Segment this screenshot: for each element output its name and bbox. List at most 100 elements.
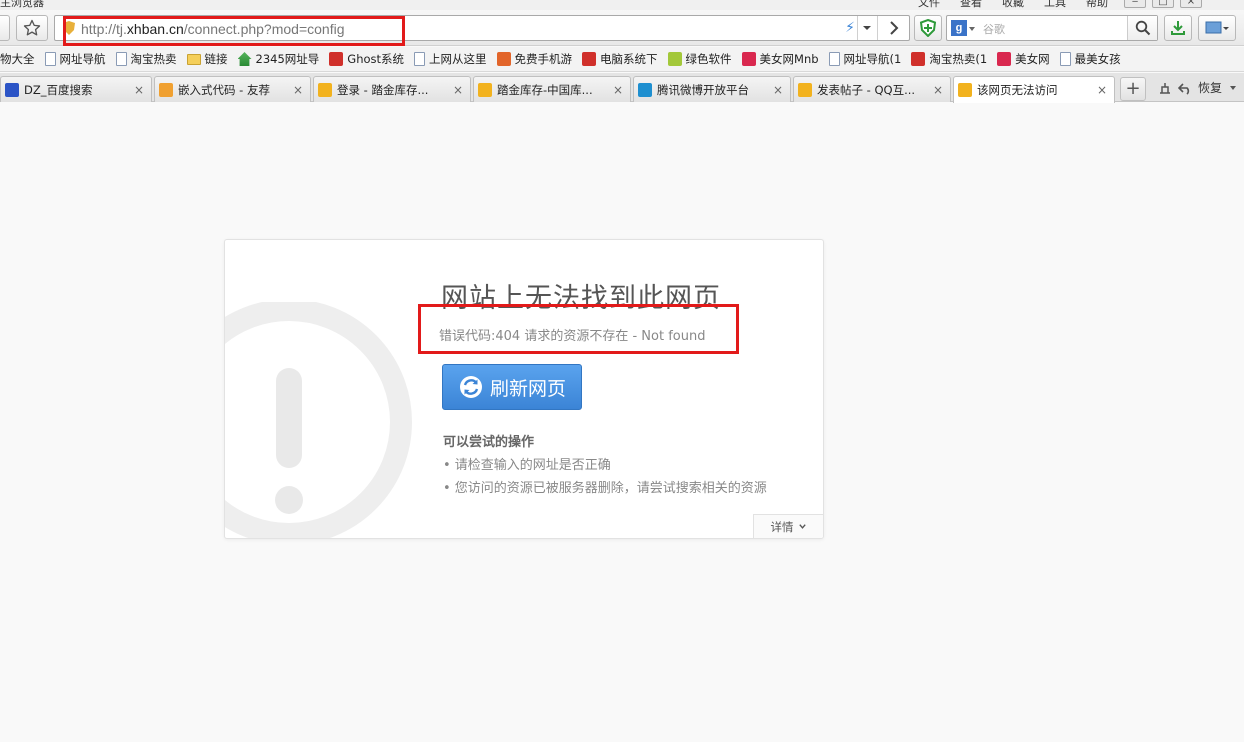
bookmark-item[interactable]: 淘宝热卖 bbox=[115, 49, 177, 69]
tab-close-icon[interactable]: × bbox=[131, 83, 147, 97]
menu-help[interactable]: 帮助 bbox=[1086, 0, 1108, 10]
search-button[interactable] bbox=[1127, 16, 1157, 40]
tab-close-icon[interactable]: × bbox=[450, 83, 466, 97]
tab-list-icon bbox=[1160, 82, 1170, 94]
bookmark-label: Ghost系统 bbox=[347, 52, 405, 66]
window-title-bar: 主浏览器 文件 查看 收藏 工具 帮助 ‒ □ × bbox=[0, 0, 1244, 10]
download-icon bbox=[1171, 21, 1185, 35]
red-bookmark-icon bbox=[911, 52, 926, 66]
bookmark-item[interactable]: 2345网址导 bbox=[237, 49, 319, 69]
page-bookmark-icon bbox=[1059, 52, 1071, 66]
tab-label: 腾讯微博开放平台 bbox=[657, 82, 749, 97]
maximize-button[interactable]: □ bbox=[1152, 0, 1174, 8]
bookmark-label: 免费手机游 bbox=[514, 52, 573, 66]
bookmark-item[interactable]: 链接 bbox=[186, 49, 228, 69]
close-window-button[interactable]: × bbox=[1180, 0, 1202, 8]
restore-closed-tabs[interactable]: 恢复 bbox=[1158, 79, 1238, 96]
address-toolbar: http://tj.xhban.cn/connect.php?mod=confi… bbox=[0, 10, 1244, 46]
tab-favicon-icon bbox=[478, 82, 492, 97]
bookmark-item[interactable]: 网址导航 bbox=[44, 49, 106, 69]
bookmark-label: 淘宝热卖 bbox=[130, 52, 177, 66]
go-button[interactable] bbox=[877, 16, 909, 40]
tab-close-icon[interactable]: × bbox=[930, 83, 946, 97]
bookmark-item[interactable]: 网址导航(1 bbox=[828, 49, 901, 69]
tab-label: 该网页无法访问 bbox=[977, 83, 1058, 97]
menu-tools[interactable]: 工具 bbox=[1044, 0, 1066, 10]
details-button[interactable]: 详情 bbox=[753, 514, 823, 538]
bookmark-item[interactable]: 美女网 bbox=[997, 49, 1050, 69]
browser-tab[interactable]: DZ_百度搜索 × bbox=[0, 76, 152, 102]
bookmark-label: 电脑系统下 bbox=[600, 52, 658, 66]
browser-tab[interactable]: 该网页无法访问 × bbox=[953, 76, 1115, 103]
menu-favorites[interactable]: 收藏 bbox=[1002, 0, 1024, 10]
favorite-star-button[interactable] bbox=[16, 15, 48, 41]
bookmark-item[interactable]: 淘宝热卖(1 bbox=[911, 49, 987, 69]
bookmark-label: 美女网 bbox=[1015, 52, 1050, 66]
speed-mode-icon[interactable]: ⚡ bbox=[845, 20, 855, 36]
tab-favicon-icon bbox=[318, 82, 332, 97]
page-bookmark-icon bbox=[44, 52, 56, 66]
shield-plus-icon bbox=[919, 19, 937, 37]
page-content: 网站上无法找到此网页 错误代码:404 请求的资源不存在 - Not found… bbox=[0, 103, 1244, 742]
pink-bookmark-icon bbox=[741, 52, 756, 66]
browser-tab[interactable]: 发表帖子 - QQ互... × bbox=[793, 76, 951, 102]
menu-view[interactable]: 查看 bbox=[960, 0, 982, 10]
tab-close-icon[interactable]: × bbox=[1094, 83, 1110, 97]
bookmark-item[interactable]: 物大全 bbox=[0, 49, 35, 69]
tab-label: 踏金库存-中国库... bbox=[497, 82, 593, 97]
search-box[interactable]: g 谷歌 bbox=[946, 15, 1158, 41]
tab-favicon-icon bbox=[638, 82, 652, 97]
bookmark-label: 绿色软件 bbox=[685, 52, 732, 66]
bookmark-item[interactable]: 绿色软件 bbox=[667, 49, 732, 69]
url-text: http://tj.xhban.cn/connect.php?mod=confi… bbox=[81, 21, 345, 37]
bookmark-item[interactable]: Ghost系统 bbox=[329, 49, 404, 69]
bookmark-item[interactable]: 上网从这里 bbox=[414, 49, 487, 69]
tools-menu-button[interactable] bbox=[1198, 15, 1236, 41]
tab-close-icon[interactable]: × bbox=[770, 83, 786, 97]
search-engine-dropdown[interactable] bbox=[969, 27, 975, 31]
screen-tools-icon bbox=[1205, 21, 1229, 34]
browser-tab[interactable]: 登录 - 踏金库存... × bbox=[313, 76, 471, 102]
window-controls: ‒ □ × bbox=[1124, 0, 1202, 8]
bookmark-label: 美女网Mnb bbox=[759, 52, 819, 66]
security-shield-button[interactable] bbox=[914, 15, 942, 41]
restore-label: 恢复 bbox=[1198, 81, 1223, 95]
bookmark-label: 物大全 bbox=[0, 52, 35, 66]
bookmark-label: 最美女孩 bbox=[1074, 52, 1121, 66]
tab-strip: + 恢复 DZ_百度搜索 × 嵌入式代码 - 友荐 × 登录 - 踏金库存... × 踏金库… bbox=[0, 73, 1244, 103]
url-history-dropdown[interactable] bbox=[857, 16, 875, 40]
refresh-page-button[interactable]: 刷新网页 bbox=[442, 364, 582, 410]
bookmark-item[interactable]: 免费手机游 bbox=[496, 49, 573, 69]
tab-close-icon[interactable]: × bbox=[290, 83, 306, 97]
address-bar[interactable]: http://tj.xhban.cn/connect.php?mod=confi… bbox=[54, 15, 910, 41]
pink-bookmark-icon bbox=[997, 52, 1012, 66]
bookmark-label: 淘宝热卖(1 bbox=[929, 52, 988, 66]
house-bookmark-icon bbox=[237, 52, 252, 66]
search-placeholder: 谷歌 bbox=[983, 23, 1005, 36]
bookmark-item[interactable]: 最美女孩 bbox=[1059, 49, 1121, 69]
window-title: 主浏览器 bbox=[0, 0, 44, 9]
new-tab-button[interactable]: + bbox=[1120, 77, 1146, 101]
browser-tab[interactable]: 腾讯微博开放平台 × bbox=[633, 76, 791, 102]
browser-tab[interactable]: 踏金库存-中国库... × bbox=[473, 76, 631, 102]
back-button[interactable] bbox=[0, 15, 10, 41]
chevron-down-icon bbox=[798, 524, 806, 529]
bookmark-item[interactable]: 美女网Mnb bbox=[741, 49, 819, 69]
download-button[interactable] bbox=[1164, 15, 1192, 41]
chevron-right-icon bbox=[889, 21, 898, 35]
bookmark-item[interactable]: 电脑系统下 bbox=[582, 49, 658, 69]
menu-file[interactable]: 文件 bbox=[918, 0, 940, 10]
page-bookmark-icon bbox=[414, 52, 426, 66]
browser-tab[interactable]: 嵌入式代码 - 友荐 × bbox=[154, 76, 311, 102]
page-bookmark-icon bbox=[115, 52, 127, 66]
minimize-button[interactable]: ‒ bbox=[1124, 0, 1146, 8]
error-title: 网站上无法找到此网页 bbox=[441, 283, 721, 314]
suggestion-item: • 您访问的资源已被服务器删除，请尝试搜索相关的资源 bbox=[443, 481, 767, 496]
tab-label: 嵌入式代码 - 友荐 bbox=[178, 82, 270, 97]
site-shield-icon bbox=[63, 21, 75, 35]
search-engine-icon[interactable]: g bbox=[951, 20, 967, 36]
tab-favicon-icon bbox=[5, 82, 19, 97]
tab-close-icon[interactable]: × bbox=[610, 83, 626, 97]
suggestions-title: 可以尝试的操作 bbox=[443, 435, 535, 450]
star-icon bbox=[23, 19, 41, 36]
